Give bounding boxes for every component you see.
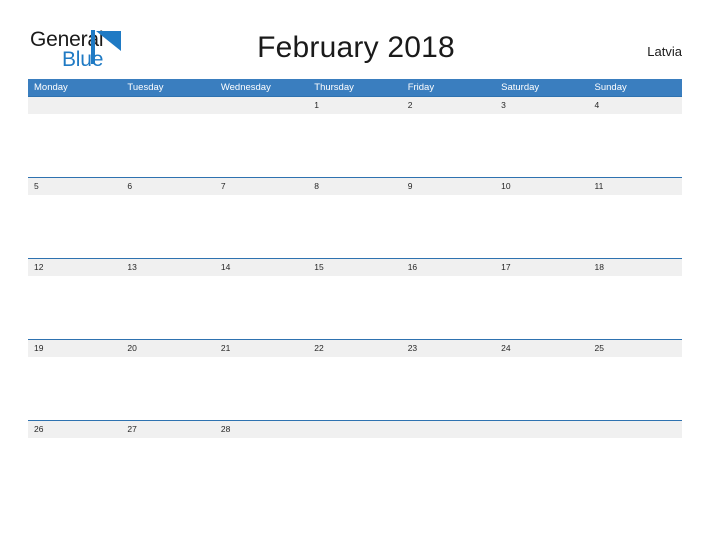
week-row: 26 27 28 xyxy=(28,420,682,501)
weekday-thursday: Thursday xyxy=(314,82,354,93)
day-cell[interactable] xyxy=(589,438,682,501)
day-cell[interactable] xyxy=(402,357,495,420)
week-body-band xyxy=(28,438,682,501)
date-number[interactable]: 8 xyxy=(308,178,401,195)
day-cell[interactable] xyxy=(589,114,682,177)
day-cell[interactable] xyxy=(121,438,214,501)
calendar-grid: Monday Tuesday Wednesday Thursday Friday… xyxy=(28,79,682,501)
date-number[interactable]: 28 xyxy=(215,421,308,438)
date-number[interactable]: 5 xyxy=(28,178,121,195)
day-cell[interactable] xyxy=(308,357,401,420)
week-row: 19 20 21 22 23 24 25 xyxy=(28,339,682,420)
week-row: 5 6 7 8 9 10 11 xyxy=(28,177,682,258)
day-cell[interactable] xyxy=(215,438,308,501)
week-body-band xyxy=(28,114,682,177)
day-cell[interactable] xyxy=(402,438,495,501)
date-number[interactable]: 16 xyxy=(402,259,495,276)
day-cell[interactable] xyxy=(495,276,588,339)
date-number[interactable]: 12 xyxy=(28,259,121,276)
date-number[interactable] xyxy=(495,421,588,438)
weekday-sunday: Sunday xyxy=(594,82,627,93)
day-cell[interactable] xyxy=(121,195,214,258)
date-number[interactable]: 21 xyxy=(215,340,308,357)
date-number[interactable]: 7 xyxy=(215,178,308,195)
date-number[interactable]: 15 xyxy=(308,259,401,276)
day-cell[interactable] xyxy=(215,357,308,420)
day-cell[interactable] xyxy=(402,114,495,177)
page-title: February 2018 xyxy=(257,31,455,64)
calendar-page: General Blue February 2018 Latvia Monday… xyxy=(0,0,712,550)
date-number[interactable]: 9 xyxy=(402,178,495,195)
date-number[interactable]: 1 xyxy=(308,97,401,114)
week-date-band: 12 13 14 15 16 17 18 xyxy=(28,259,682,276)
date-number[interactable]: 2 xyxy=(402,97,495,114)
date-number[interactable]: 13 xyxy=(121,259,214,276)
weekday-saturday: Saturday xyxy=(501,82,540,93)
day-cell[interactable] xyxy=(308,114,401,177)
date-number[interactable]: 10 xyxy=(495,178,588,195)
date-number[interactable]: 23 xyxy=(402,340,495,357)
date-number[interactable] xyxy=(308,421,401,438)
date-number[interactable]: 22 xyxy=(308,340,401,357)
day-cell[interactable] xyxy=(589,276,682,339)
date-number[interactable]: 17 xyxy=(495,259,588,276)
country-label: Latvia xyxy=(647,44,682,59)
day-cell[interactable] xyxy=(402,195,495,258)
date-number[interactable]: 25 xyxy=(589,340,682,357)
weekday-friday: Friday xyxy=(407,82,435,93)
date-number[interactable]: 26 xyxy=(28,421,121,438)
date-number[interactable]: 20 xyxy=(121,340,214,357)
week-body-band xyxy=(28,357,682,420)
day-cell[interactable] xyxy=(495,357,588,420)
weekday-wednesday: Wednesday xyxy=(220,82,271,93)
day-cell[interactable] xyxy=(308,276,401,339)
week-body-band xyxy=(28,195,682,258)
week-date-band: 1 2 3 4 xyxy=(28,97,682,114)
day-cell[interactable] xyxy=(215,195,308,258)
date-number[interactable]: 4 xyxy=(589,97,682,114)
day-cell[interactable] xyxy=(215,276,308,339)
date-number[interactable]: 6 xyxy=(121,178,214,195)
week-date-band: 5 6 7 8 9 10 11 xyxy=(28,178,682,195)
day-cell[interactable] xyxy=(589,195,682,258)
day-cell[interactable] xyxy=(589,357,682,420)
week-date-band: 19 20 21 22 23 24 25 xyxy=(28,340,682,357)
weekday-tuesday: Tuesday xyxy=(127,82,164,93)
week-body-band xyxy=(28,276,682,339)
date-number[interactable]: 19 xyxy=(28,340,121,357)
week-row: 12 13 14 15 16 17 18 xyxy=(28,258,682,339)
day-cell[interactable] xyxy=(28,114,121,177)
date-number[interactable]: 3 xyxy=(495,97,588,114)
day-cell[interactable] xyxy=(215,114,308,177)
date-number[interactable]: 14 xyxy=(215,259,308,276)
week-date-band: 26 27 28 xyxy=(28,421,682,438)
date-number[interactable] xyxy=(215,97,308,114)
page-header: General Blue February 2018 Latvia xyxy=(0,0,712,78)
day-cell[interactable] xyxy=(495,438,588,501)
day-cell[interactable] xyxy=(121,114,214,177)
day-cell[interactable] xyxy=(121,276,214,339)
day-cell[interactable] xyxy=(28,357,121,420)
date-number[interactable]: 11 xyxy=(589,178,682,195)
day-cell[interactable] xyxy=(28,276,121,339)
day-cell[interactable] xyxy=(495,195,588,258)
day-cell[interactable] xyxy=(402,276,495,339)
day-cell[interactable] xyxy=(28,438,121,501)
day-cell[interactable] xyxy=(308,438,401,501)
date-number[interactable]: 24 xyxy=(495,340,588,357)
date-number[interactable] xyxy=(28,97,121,114)
date-number[interactable] xyxy=(402,421,495,438)
date-number[interactable]: 27 xyxy=(121,421,214,438)
day-cell[interactable] xyxy=(121,357,214,420)
day-cell[interactable] xyxy=(28,195,121,258)
weekday-header-row: Monday Tuesday Wednesday Thursday Friday… xyxy=(28,79,682,96)
date-number[interactable] xyxy=(121,97,214,114)
date-number[interactable] xyxy=(589,421,682,438)
date-number[interactable]: 18 xyxy=(589,259,682,276)
week-row: 1 2 3 4 xyxy=(28,96,682,177)
day-cell[interactable] xyxy=(495,114,588,177)
weekday-monday: Monday xyxy=(34,82,68,93)
day-cell[interactable] xyxy=(308,195,401,258)
